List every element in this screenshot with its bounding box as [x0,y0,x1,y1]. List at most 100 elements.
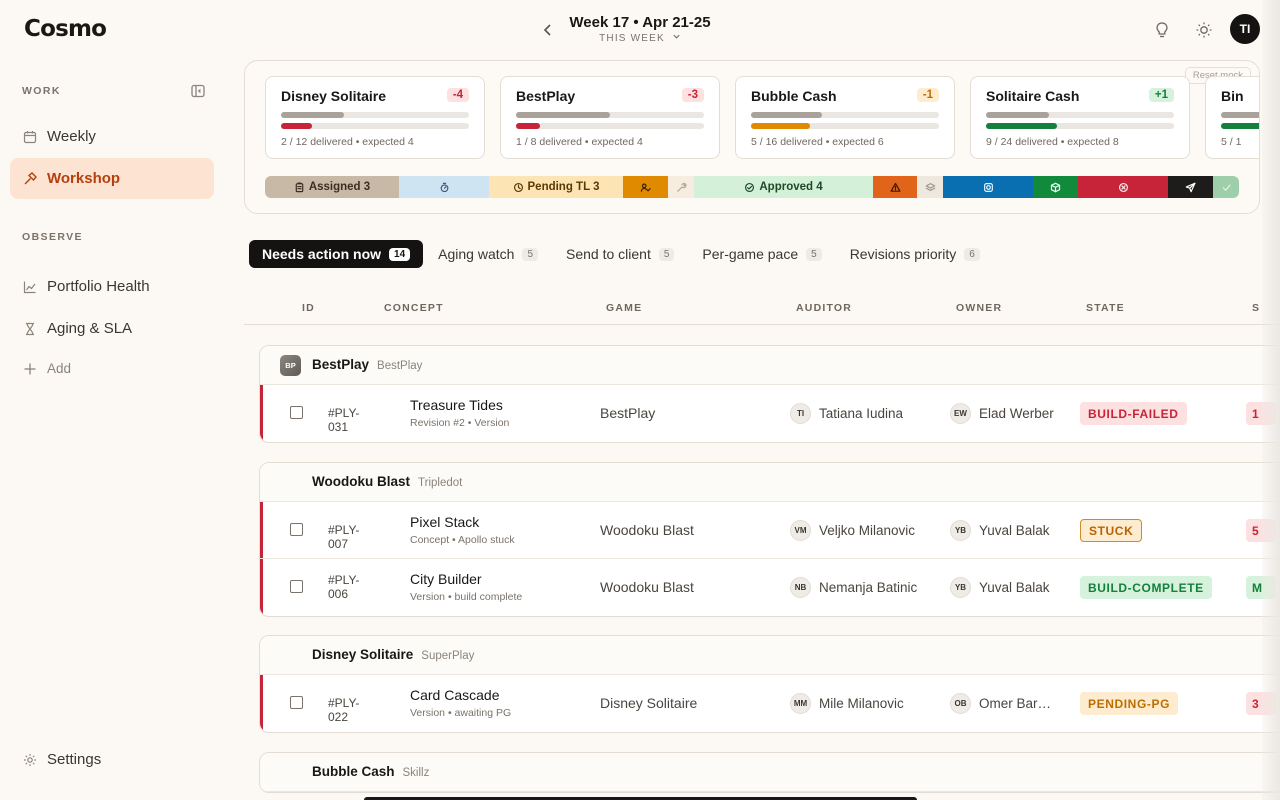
check-icon [1221,182,1232,193]
column-header-state[interactable]: STATE [1086,302,1125,314]
row-auditor: MM Mile Milanovic [790,693,904,714]
game-card-title: Disney Solitaire [281,88,387,104]
clipboard-icon [294,182,305,193]
table-group: Disney Solitaire SuperPlay #PLY-022 Card Ca… [259,635,1280,733]
row-game: BestPlay [600,405,656,421]
game-card[interactable]: Disney Solitaire -4 2 / 12 delivered • exp… [265,76,485,159]
state-segment-wrench[interactable] [668,176,694,198]
sidebar-collapse-icon[interactable] [190,83,206,99]
layers-icon [925,182,936,193]
user-avatar[interactable]: TI [1230,14,1260,44]
sidebar-item-label: Portfolio Health [47,278,150,295]
group-header[interactable]: Bubble Cash Skillz [260,753,1280,792]
game-card[interactable]: Bin 5 / 1 [1205,76,1259,159]
expected-bar [751,112,939,118]
expected-fill [281,112,344,118]
state-segment-clipboard[interactable]: Assigned 3 [265,176,399,198]
tab-revisions-priority[interactable]: Revisions priority 6 [850,240,980,268]
game-card-footer: 9 / 24 delivered • expected 8 [986,136,1119,148]
tab-per-game-pace[interactable]: Per-game pace 5 [702,240,822,268]
state-segment-check-circle[interactable]: Approved 4 [694,176,873,198]
expected-fill [516,112,610,118]
week-selector[interactable]: THIS WEEK [560,32,720,44]
sidebar-item-portfolio-health[interactable]: Portfolio Health [10,266,214,307]
table-row[interactable]: #PLY-031 Treasure Tides Revision #2 • Vers… [260,385,1280,442]
avatar: VM [790,520,811,541]
game-card[interactable]: BestPlay -3 1 / 8 delivered • expected 4 [500,76,720,159]
row-game: Woodoku Blast [600,522,694,538]
group-badge: BP [280,355,301,376]
week-subtitle: THIS WEEK [599,33,665,44]
tab-count: 5 [806,247,822,261]
sidebar-item-settings[interactable]: Settings [10,739,214,780]
delivered-fill [516,123,540,129]
state-segment-warning[interactable] [873,176,917,198]
sidebar: Cosmo WORK Weekly Workshop OBSERVE Portf… [0,0,232,800]
row-checkbox[interactable] [290,696,303,709]
state-segment-box[interactable] [1033,176,1078,198]
pace-delta-badge: -4 [446,88,469,102]
state-segment-label: Approved 4 [759,181,823,193]
delivered-fill [1221,123,1259,129]
row-checkbox[interactable] [290,580,303,593]
game-card-title: Solitaire Cash [986,88,1080,104]
state-segment-user-check[interactable] [623,176,668,198]
state-segment-layers[interactable] [917,176,943,198]
column-header-game[interactable]: GAME [606,302,642,314]
lightbulb-icon[interactable] [1153,21,1171,39]
state-distribution-strip: Assigned 3 Pending TL 3 Approved 4 [265,176,1239,198]
row-id: #PLY-007 [328,523,360,551]
group-header[interactable]: BP BestPlay BestPlay [260,346,1280,385]
sidebar-item-weekly[interactable]: Weekly [10,116,214,157]
row-owner: YB Yuval Balak [950,520,1050,541]
tab-needs-action-now[interactable]: Needs action now 14 [249,240,424,268]
column-header-owner[interactable]: OWNER [956,302,1002,314]
group-header[interactable]: Woodoku Blast Tripledot [260,463,1280,502]
game-card-title: Bin [1221,88,1244,104]
column-header-concept[interactable]: CONCEPT [384,302,444,314]
row-concept-subtitle: Version • awaiting PG [410,707,512,719]
row-checkbox[interactable] [290,523,303,536]
game-card[interactable]: Solitaire Cash +1 9 / 24 delivered • expec… [970,76,1190,159]
expected-fill [986,112,1049,118]
row-checkbox[interactable] [290,406,303,419]
sidebar-item-workshop[interactable]: Workshop [10,158,214,199]
row-concept-subtitle: Concept • Apollo stuck [410,534,515,546]
state-segment-x-circle[interactable] [1078,176,1168,198]
column-header-id[interactable]: ID [302,302,315,314]
table-row[interactable]: #PLY-007 Pixel Stack Concept • Apollo stuc… [260,502,1280,559]
state-segment-timer[interactable] [399,176,489,198]
table-row[interactable]: #PLY-006 City Builder Version • build comp… [260,559,1280,616]
sidebar-item-aging-sla[interactable]: Aging & SLA [10,308,214,349]
group-publisher: BestPlay [377,360,423,372]
row-owner: YB Yuval Balak [950,577,1050,598]
app-logo[interactable]: Cosmo [24,16,107,42]
state-segment-clock[interactable]: Pending TL 3 [489,176,623,198]
sidebar-item-label: Settings [47,751,102,768]
avatar: TI [790,403,811,424]
x-circle-icon [1118,182,1129,193]
group-name: Disney Solitaire [312,647,414,662]
state-segment-check[interactable] [1213,176,1239,198]
sidebar-add-button[interactable]: Add [10,348,214,389]
table-row[interactable]: #PLY-022 Card Cascade Version • awaiting P… [260,675,1280,732]
state-segment-send[interactable] [1168,176,1213,198]
group-header[interactable]: Disney Solitaire SuperPlay [260,636,1280,675]
tab-send-to-client[interactable]: Send to client 5 [566,240,675,268]
previous-week-button[interactable] [540,22,556,38]
pace-delta-badge: -1 [916,88,939,102]
game-card[interactable]: Bubble Cash -1 5 / 16 delivered • expected… [735,76,955,159]
table-group: BP BestPlay BestPlay #PLY-031 Treasure Tides… [259,345,1280,443]
sun-icon[interactable] [1195,21,1213,39]
calendar-icon [23,130,37,144]
line-chart-icon [23,280,37,294]
column-header-s[interactable]: S [1252,302,1260,314]
row-id: #PLY-031 [328,406,360,434]
tab-aging-watch[interactable]: Aging watch 5 [438,240,538,268]
chevron-down-icon [669,33,681,44]
send-icon [1185,182,1196,193]
column-header-auditor[interactable]: AUDITOR [796,302,852,314]
state-segment-target[interactable] [943,176,1033,198]
group-name: Bubble Cash [312,764,395,779]
pace-delta-badge: -3 [681,88,704,102]
